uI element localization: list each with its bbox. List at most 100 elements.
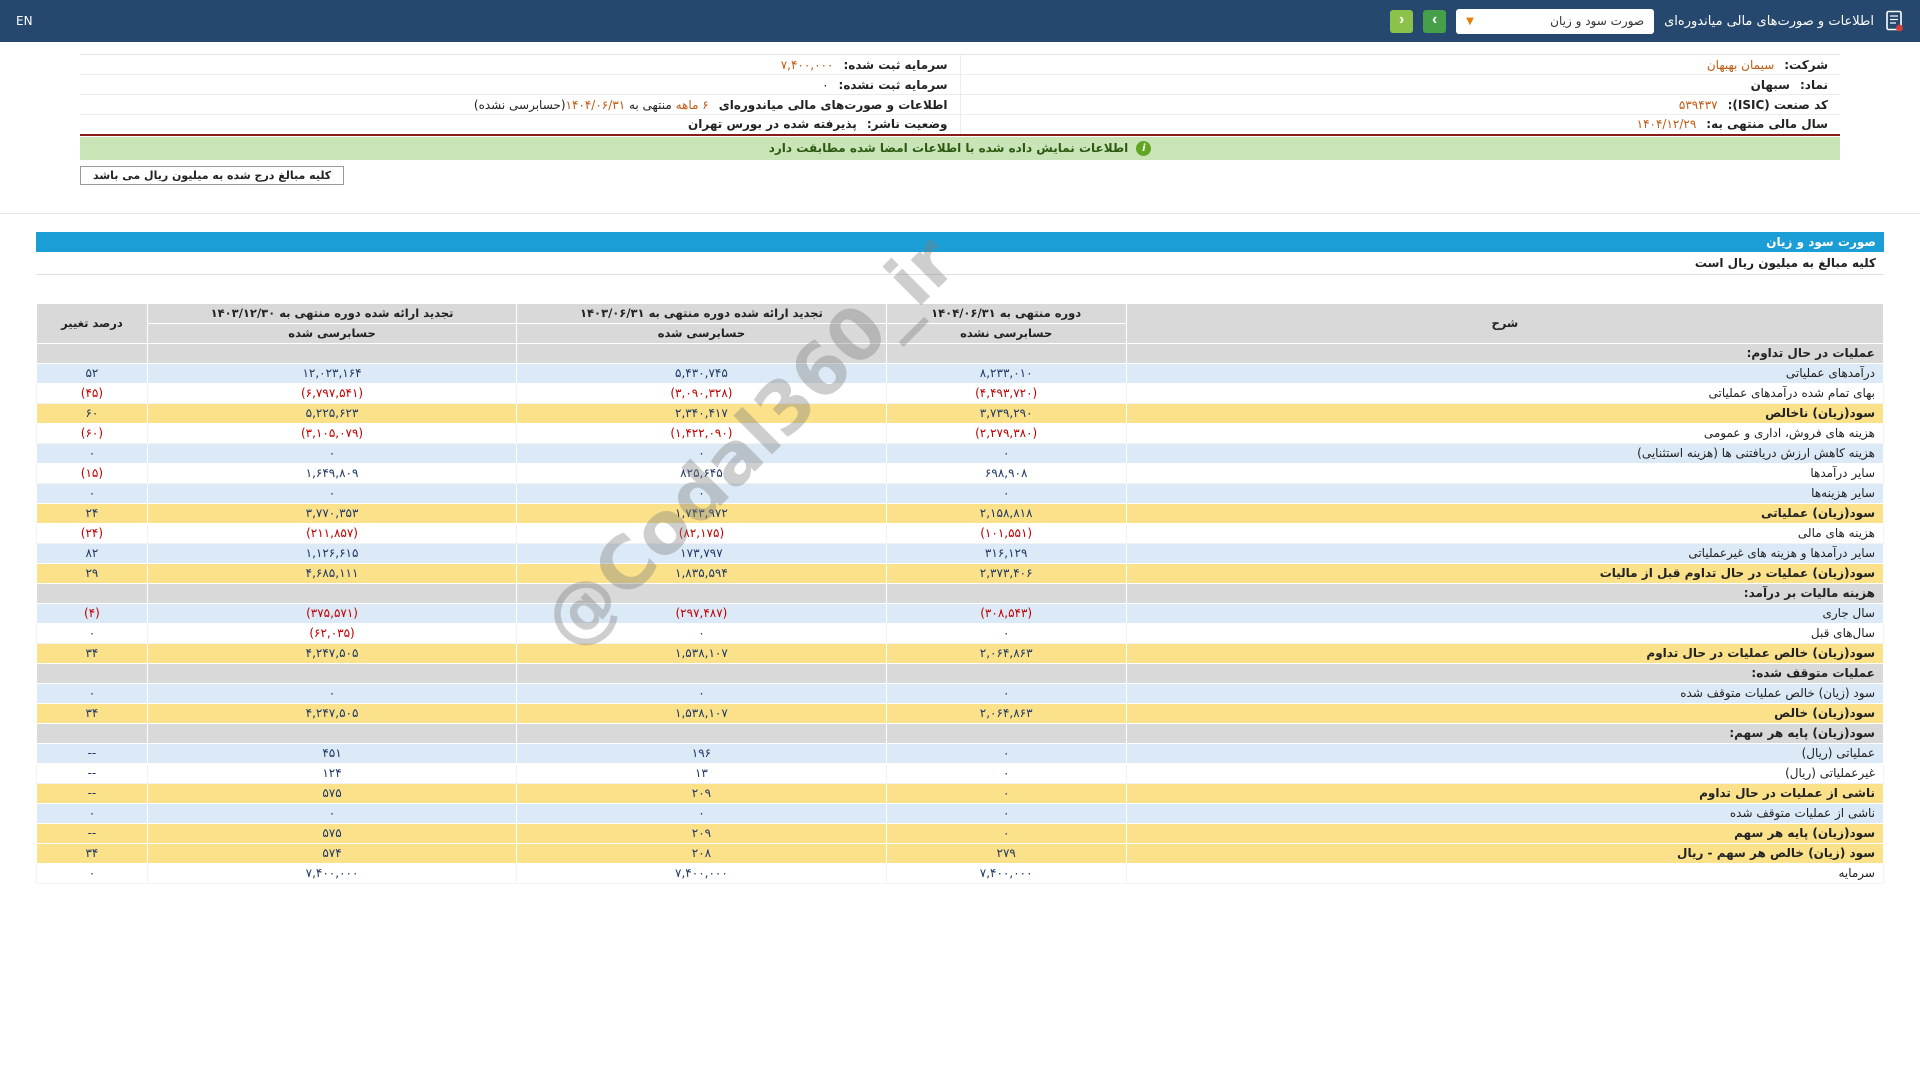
row-value: ۲,۰۶۴,۸۶۳ xyxy=(886,703,1126,723)
row-value xyxy=(147,723,516,743)
next-report-button[interactable]: › xyxy=(1423,10,1446,33)
info-label: سرمایه ثبت شده: xyxy=(843,58,947,72)
row-change-value: (۲۴) xyxy=(37,523,148,543)
row-change-value: (۱۵) xyxy=(37,463,148,483)
row-value: ۲۰۹ xyxy=(517,823,886,843)
prev-report-button[interactable]: ‹ xyxy=(1390,10,1413,33)
row-value: ۰ xyxy=(517,683,886,703)
section-divider xyxy=(0,213,1920,214)
row-value: ۳,۷۳۹,۲۹۰ xyxy=(886,403,1126,423)
row-value: ۰ xyxy=(147,483,516,503)
income-statement-section: صورت سود و زیان کلیه مبالغ به میلیون ریا… xyxy=(36,232,1884,884)
info-cell: اطلاعات و صورت‌های مالی میاندوره‌ای۶ ماه… xyxy=(80,95,960,115)
row-value: ۱۷۳,۷۹۷ xyxy=(517,543,886,563)
table-row: سود (زیان) خالص عملیات متوقف شده۰۰۰۰ xyxy=(37,683,1884,703)
row-value: ۶۹۸,۹۰۸ xyxy=(886,463,1126,483)
row-value: (۳,۱۰۵,۰۷۹) xyxy=(147,423,516,443)
info-row: شرکت:سیمان بهبهانسرمایه ثبت شده:۷,۴۰۰,۰۰… xyxy=(80,55,1840,75)
info-row: سال مالی منتهی به:۱۴۰۴/۱۲/۲۹وضعیت ناشر:پ… xyxy=(80,115,1840,135)
col-header-period-yearend-restated: تجدید ارائه شده دوره منتهی به ۱۴۰۳/۱۲/۳۰ xyxy=(147,303,516,323)
row-label: سود(زیان) پایه هر سهم: xyxy=(1126,723,1883,743)
report-type-select[interactable]: صورت سود و زیان ▼ xyxy=(1456,9,1654,34)
row-change-value: ۵۲ xyxy=(37,363,148,383)
row-label: ناشی از عملیات متوقف شده xyxy=(1126,803,1883,823)
row-label: عملیات متوقف شده: xyxy=(1126,663,1883,683)
row-label: هزینه کاهش ارزش دریافتنی ها (هزینه استثن… xyxy=(1126,443,1883,463)
row-change-value: ۸۲ xyxy=(37,543,148,563)
row-value: ۸,۲۳۳,۰۱۰ xyxy=(886,363,1126,383)
report-icon xyxy=(1884,10,1904,32)
row-label: ناشی از عملیات در حال تداوم xyxy=(1126,783,1883,803)
info-value: ۱۴۰۴/۱۲/۲۹ xyxy=(1637,117,1697,131)
row-value: ۱,۶۴۹,۸۰۹ xyxy=(147,463,516,483)
row-value: ۰ xyxy=(886,743,1126,763)
row-value: ۲,۳۷۳,۴۰۶ xyxy=(886,563,1126,583)
row-label: سال‌های قبل xyxy=(1126,623,1883,643)
info-cell: سرمایه ثبت نشده:۰ xyxy=(80,75,960,95)
row-value: ۰ xyxy=(886,823,1126,843)
row-value: ۰ xyxy=(517,483,886,503)
row-value: ۵۷۵ xyxy=(147,823,516,843)
table-row: سرمایه۷,۴۰۰,۰۰۰۷,۴۰۰,۰۰۰۷,۴۰۰,۰۰۰۰ xyxy=(37,863,1884,883)
row-change-value: ۰ xyxy=(37,483,148,503)
table-row: عملیات در حال تداوم: xyxy=(37,343,1884,363)
row-change-value: (۶۰) xyxy=(37,423,148,443)
row-value: ۰ xyxy=(886,483,1126,503)
row-value: ۱۳ xyxy=(517,763,886,783)
row-value: (۳۰۸,۵۴۳) xyxy=(886,603,1126,623)
row-label: سایر هزینه‌ها xyxy=(1126,483,1883,503)
row-value: ۸۲۵,۶۴۵ xyxy=(517,463,886,483)
row-value: ۵,۲۲۵,۶۲۳ xyxy=(147,403,516,423)
row-value: ۲۰۹ xyxy=(517,783,886,803)
row-change-value: (۴) xyxy=(37,603,148,623)
row-value: ۷,۴۰۰,۰۰۰ xyxy=(517,863,886,883)
row-change-value: ۰ xyxy=(37,863,148,883)
row-value: ۲,۳۴۰,۴۱۷ xyxy=(517,403,886,423)
row-label: سایر درآمدها xyxy=(1126,463,1883,483)
table-row: هزینه کاهش ارزش دریافتنی ها (هزینه استثن… xyxy=(37,443,1884,463)
row-value: (۱,۴۲۲,۰۹۰) xyxy=(517,423,886,443)
table-row: سال جاری(۳۰۸,۵۴۳)(۲۹۷,۴۸۷)(۳۷۵,۵۷۱)(۴) xyxy=(37,603,1884,623)
row-value: ۰ xyxy=(886,683,1126,703)
table-row: سود(زیان) پایه هر سهم: xyxy=(37,723,1884,743)
row-change-value: ۰ xyxy=(37,623,148,643)
table-row: سود(زیان) ناخالص۳,۷۳۹,۲۹۰۲,۳۴۰,۴۱۷۵,۲۲۵,… xyxy=(37,403,1884,423)
row-label: هزینه های فروش، اداری و عمومی xyxy=(1126,423,1883,443)
row-value: ۰ xyxy=(886,803,1126,823)
row-value: ۱۲۴ xyxy=(147,763,516,783)
row-label: سود (زیان) خالص هر سهم - ریال xyxy=(1126,843,1883,863)
row-change-value: -- xyxy=(37,763,148,783)
info-cell: سال مالی منتهی به:۱۴۰۴/۱۲/۲۹ xyxy=(960,115,1840,135)
table-row: هزینه مالیات بر درآمد: xyxy=(37,583,1884,603)
row-value xyxy=(886,583,1126,603)
chevron-left-icon: ‹ xyxy=(1399,12,1404,28)
row-value: ۱,۷۴۳,۹۷۲ xyxy=(517,503,886,523)
row-value: ۰ xyxy=(517,623,886,643)
language-toggle[interactable]: EN xyxy=(16,14,33,28)
row-value: ۰ xyxy=(147,803,516,823)
statement-table-body: عملیات در حال تداوم:درآمدهای عملیاتی۸,۲۳… xyxy=(37,343,1884,883)
statement-table-head: شرح دوره منتهی به ۱۴۰۴/۰۶/۳۱ تجدید ارائه… xyxy=(37,303,1884,343)
row-value: ۲۷۹ xyxy=(886,843,1126,863)
table-row: سود (زیان) خالص هر سهم - ریال۲۷۹۲۰۸۵۷۴۳۴ xyxy=(37,843,1884,863)
row-value: (۲,۲۷۹,۳۸۰) xyxy=(886,423,1126,443)
row-value: ۱,۵۳۸,۱۰۷ xyxy=(517,703,886,723)
table-row: سال‌های قبل۰۰(۶۲,۰۳۵)۰ xyxy=(37,623,1884,643)
row-label: درآمدهای عملیاتی xyxy=(1126,363,1883,383)
table-row: هزینه های مالی(۱۰۱,۵۵۱)(۸۲,۱۷۵)(۲۱۱,۸۵۷)… xyxy=(37,523,1884,543)
chevron-down-icon: ▼ xyxy=(1466,16,1474,27)
row-change-value: ۲۹ xyxy=(37,563,148,583)
col-subheader-audited-1: حسابرسی شده xyxy=(517,323,886,343)
table-row: ناشی از عملیات متوقف شده۰۰۰۰ xyxy=(37,803,1884,823)
info-label: سرمایه ثبت نشده: xyxy=(839,78,948,92)
row-value: ۰ xyxy=(517,803,886,823)
page-title: اطلاعات و صورت‌های مالی میاندوره‌ای xyxy=(1664,14,1874,29)
table-row: سایر درآمدها۶۹۸,۹۰۸۸۲۵,۶۴۵۱,۶۴۹,۸۰۹(۱۵) xyxy=(37,463,1884,483)
row-value: (۶۲,۰۳۵) xyxy=(147,623,516,643)
row-value: ۱۲,۰۲۳,۱۶۴ xyxy=(147,363,516,383)
row-value: ۵۷۵ xyxy=(147,783,516,803)
info-row: کد صنعت (ISIC):۵۳۹۴۳۷اطلاعات و صورت‌های … xyxy=(80,95,1840,115)
table-row: غیرعملیاتی (ریال)۰۱۳۱۲۴-- xyxy=(37,763,1884,783)
row-value: (۳,۰۹۰,۳۲۸) xyxy=(517,383,886,403)
company-info-body: شرکت:سیمان بهبهانسرمایه ثبت شده:۷,۴۰۰,۰۰… xyxy=(80,55,1840,135)
